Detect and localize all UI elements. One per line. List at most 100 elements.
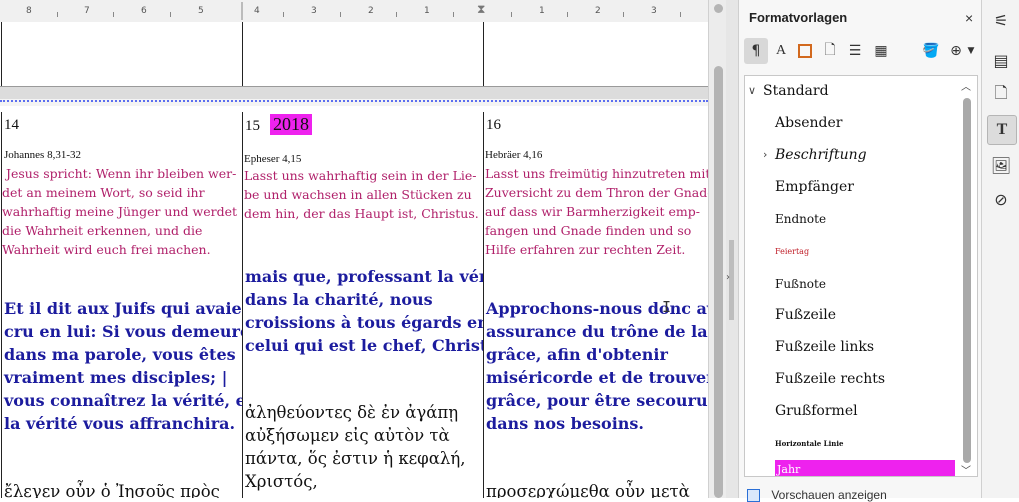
ruler-column-marker[interactable] xyxy=(241,2,243,20)
day-number: 16 xyxy=(486,117,501,133)
styles-panel: Formatvorlagen × ¶ A 🗋 ☰ ▦ 🪣 ⊕ ▼ ∨ Stand… xyxy=(738,0,982,502)
style-item-fusszeile-links[interactable]: Fußzeile links xyxy=(775,339,874,355)
style-item-fusszeile[interactable]: Fußzeile xyxy=(775,307,836,323)
document-scrollbar[interactable] xyxy=(708,0,727,498)
navigator-deck-button[interactable]: ⊘ xyxy=(987,185,1015,213)
ruler-tick: 3 xyxy=(311,6,317,16)
scroll-up-icon[interactable]: ︿ xyxy=(961,78,971,93)
style-item-absender[interactable]: Absender xyxy=(775,115,843,131)
year-highlight: 2018 xyxy=(270,114,312,135)
ruler-tick: 3 xyxy=(651,6,657,16)
day-number: 14 xyxy=(4,117,19,133)
german-verse: Lasst uns wahrhaftig sein in der Lie- be… xyxy=(244,168,479,221)
table-cell-day-14[interactable]: 14 Johannes 8,31-32 Jesus spricht: Wenn … xyxy=(2,106,242,498)
gallery-icon: 🖼 xyxy=(990,155,1012,175)
preview-option-label: Vorschauen anzeigen xyxy=(771,488,887,502)
paragraph-styles-button[interactable]: ¶ xyxy=(744,38,768,64)
fill-format-button[interactable]: 🪣 xyxy=(919,38,943,64)
styles-deck-button[interactable]: T xyxy=(987,115,1017,145)
pilcrow-icon: ¶ xyxy=(751,43,761,59)
greek-verse: ἔλεγεν οὖν ὁ Ἰησοῦς πρὸς xyxy=(4,482,220,498)
style-item-feiertag[interactable]: Feiertag xyxy=(775,247,809,256)
style-item-horizontale-linie[interactable]: Horizontale Linie xyxy=(775,439,843,448)
scroll-up-icon[interactable] xyxy=(714,4,723,13)
french-verse: Approchons-nous donc avec assurance du t… xyxy=(486,299,708,433)
character-styles-button[interactable]: A xyxy=(769,38,793,64)
sidebar-splitter[interactable]: › xyxy=(726,0,738,498)
style-item-endnote[interactable]: Endnote xyxy=(775,212,826,226)
scrollbar-thumb[interactable] xyxy=(714,66,723,498)
ruler-minor xyxy=(623,12,624,17)
table-border xyxy=(1,22,2,86)
greek-verse: προσερχώμεθα οὖν μετὰ xyxy=(486,482,690,498)
style-item-standard[interactable]: Standard xyxy=(763,83,829,99)
table-styles-button[interactable]: ▦ xyxy=(869,38,893,64)
style-item-empfaenger[interactable]: Empfänger xyxy=(775,179,854,195)
new-style-icon: ⊕ xyxy=(950,43,962,59)
style-item-fussnote[interactable]: Fußnote xyxy=(775,277,826,291)
ruler-minor xyxy=(283,12,284,17)
german-verse: Lasst uns freimütig hinzutreten mit Zuve… xyxy=(485,166,708,257)
styles-toolbar: ¶ A 🗋 ☰ ▦ 🪣 ⊕ ▼ xyxy=(743,38,979,66)
style-item-beschriftung[interactable]: Beschriftung xyxy=(775,147,867,163)
style-item-jahr-row[interactable] xyxy=(775,460,955,476)
properties-deck-button[interactable]: ⚟ xyxy=(987,6,1015,34)
ruler-minor xyxy=(170,12,171,17)
paint-bucket-icon: 🪣 xyxy=(922,43,940,59)
styles-list[interactable]: ∨ Standard Absender › Beschriftung Empfä… xyxy=(744,75,978,477)
table-icon: ▦ xyxy=(874,43,888,59)
compass-icon: ⊘ xyxy=(994,189,1008,209)
chevron-down-icon[interactable]: ∨ xyxy=(748,84,756,97)
table-cell-day-15[interactable]: 15 2018 Epheser 4,15 Lasst uns wahrhafti… xyxy=(243,106,483,498)
list-styles-button[interactable]: ☰ xyxy=(843,38,867,64)
ruler-tick: 4 xyxy=(254,6,260,16)
indent-marker-icon[interactable]: ⧗ xyxy=(477,2,485,17)
bible-reference: Epheser 4,15 xyxy=(244,153,302,165)
french-verse: mais que, professant la vérité dans la c… xyxy=(245,267,483,355)
gallery-deck-button[interactable]: 🖼 xyxy=(987,151,1015,179)
document-area[interactable]: 8 7 6 5 4 3 2 1 ⧗ 1 2 3 14 Johannes 8,31… xyxy=(0,0,708,498)
style-item-fusszeile-rechts[interactable]: Fußzeile rechts xyxy=(775,371,885,387)
chevron-down-icon: ▼ xyxy=(967,46,975,56)
page-previous[interactable] xyxy=(0,22,708,86)
ruler-minor xyxy=(511,12,512,17)
chevron-right-icon[interactable]: › xyxy=(726,272,730,283)
style-actions-dropdown[interactable]: ▼ xyxy=(964,38,978,64)
page-format-deck-button[interactable]: 🗋 xyxy=(987,81,1015,109)
page-deck-button[interactable]: ▤ xyxy=(987,46,1015,74)
table-cell-day-16[interactable]: 16 Hebräer 4,16 Lasst uns freimütig hinz… xyxy=(484,106,708,498)
scroll-down-icon[interactable]: ﹀ xyxy=(961,462,971,476)
ruler-minor xyxy=(57,12,58,17)
style-item-jahr[interactable]: Jahr xyxy=(777,463,800,476)
horizontal-ruler[interactable]: 8 7 6 5 4 3 2 1 ⧗ 1 2 3 xyxy=(0,0,708,23)
greek-verse: ἀληθεύοντες δὲ ἐν ἀγάπῃ αὐξήσωμεν εἰς αὐ… xyxy=(245,403,466,491)
page-icon: 🗋 xyxy=(824,42,836,58)
chevron-right-icon[interactable]: › xyxy=(763,148,767,161)
ruler-tick: 5 xyxy=(198,6,204,16)
styles-list-scrollbar[interactable]: ︿ ﹀ xyxy=(959,78,973,476)
panel-title: Formatvorlagen xyxy=(749,10,848,25)
frame-styles-button[interactable] xyxy=(793,38,817,64)
bible-reference: Johannes 8,31-32 xyxy=(4,149,81,161)
list-icon: ☰ xyxy=(848,43,862,59)
text-cursor-icon: I xyxy=(662,298,672,316)
preview-option[interactable]: Vorschauen anzeigen xyxy=(747,488,887,502)
document-icon: 🗋 xyxy=(994,82,1008,102)
day-number: 15 xyxy=(245,118,260,134)
styles-icon: T xyxy=(996,121,1008,138)
close-icon[interactable]: × xyxy=(965,10,973,26)
page-gap xyxy=(0,86,708,99)
scrollbar-thumb[interactable] xyxy=(963,98,971,463)
page-break-line xyxy=(0,100,708,102)
french-verse: Et il dit aux Juifs qui avaient cru en l… xyxy=(4,299,242,433)
page-styles-button[interactable]: 🗋 xyxy=(818,38,842,64)
ruler-tick: 7 xyxy=(84,6,90,16)
ruler-tick: 1 xyxy=(539,6,545,16)
style-item-grussformel[interactable]: Grußformel xyxy=(775,403,858,419)
table-border xyxy=(483,22,484,86)
page-current[interactable]: 14 Johannes 8,31-32 Jesus spricht: Wenn … xyxy=(0,106,708,498)
checkbox-icon[interactable] xyxy=(747,489,760,502)
character-icon: A xyxy=(775,43,787,58)
table-border xyxy=(242,22,243,86)
ruler-tick: 8 xyxy=(26,6,32,16)
